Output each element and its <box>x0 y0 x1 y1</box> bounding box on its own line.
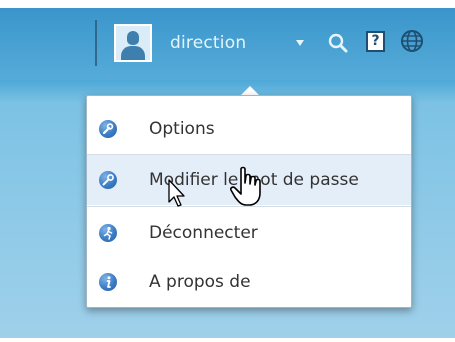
username-label[interactable]: direction <box>170 33 246 53</box>
key-icon <box>99 171 117 189</box>
toolbar-separator <box>95 20 97 66</box>
menu-item-logout[interactable]: Déconnecter <box>87 208 411 258</box>
hand-cursor-icon <box>230 166 261 206</box>
menu-item-label: Options <box>149 119 215 139</box>
avatar-head <box>127 31 139 45</box>
menu-item-options[interactable]: Options <box>87 104 411 154</box>
user-avatar[interactable] <box>114 24 152 62</box>
menu-item-about[interactable]: A propos de <box>87 257 411 307</box>
search-icon[interactable] <box>327 32 349 54</box>
help-icon[interactable]: ? <box>366 31 385 52</box>
chevron-down-icon[interactable] <box>296 40 304 46</box>
wrench-icon <box>99 120 117 138</box>
avatar-body <box>121 46 145 60</box>
arrow-cursor-icon <box>168 179 185 207</box>
logout-icon <box>99 224 117 242</box>
menu-item-label: A propos de <box>149 272 251 292</box>
globe-icon[interactable] <box>400 29 424 53</box>
info-icon <box>99 273 117 291</box>
menu-item-label: Déconnecter <box>149 223 258 243</box>
